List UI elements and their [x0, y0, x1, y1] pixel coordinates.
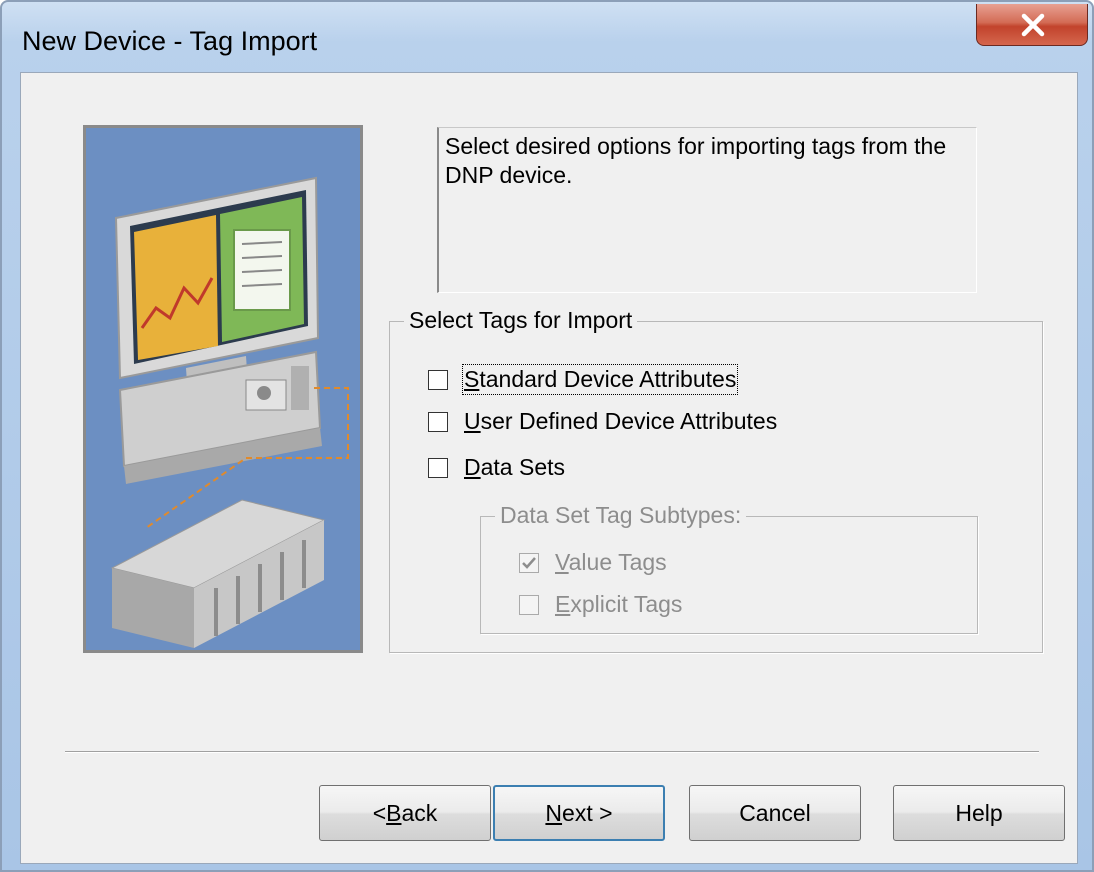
description-box: Select desired options for importing tag… — [437, 127, 977, 293]
user-defined-device-attributes-label[interactable]: User Defined Device Attributes — [464, 408, 777, 435]
explicit-tags-option[interactable]: Explicit Tags — [519, 591, 682, 618]
wizard-illustration — [83, 125, 363, 653]
button-separator — [65, 751, 1039, 753]
data-set-subtypes-groupbox: Data Set Tag Subtypes: Value Tags Explic… — [480, 501, 978, 634]
cancel-button[interactable]: Cancel — [689, 785, 861, 841]
dialog-window: New Device - Tag Import Select desired o… — [0, 0, 1094, 872]
user-defined-device-attributes-checkbox[interactable] — [428, 411, 448, 432]
standard-device-attributes-label[interactable]: Standard Device Attributes — [461, 364, 739, 395]
tags-import-legend: Select Tags for Import — [404, 306, 638, 334]
checkmark-icon — [522, 556, 536, 569]
data-sets-option[interactable]: Data Sets — [428, 454, 565, 481]
data-set-subtypes-legend: Data Set Tag Subtypes: — [495, 501, 747, 529]
description-text: Select desired options for importing tag… — [445, 133, 947, 188]
close-icon — [1021, 13, 1045, 37]
back-button[interactable]: < Back — [319, 785, 491, 841]
computer-plc-illustration — [86, 128, 360, 650]
explicit-tags-checkbox[interactable] — [519, 594, 539, 615]
dialog-client-area: Select desired options for importing tag… — [20, 72, 1078, 864]
standard-device-attributes-option[interactable]: Standard Device Attributes — [428, 364, 739, 395]
value-tags-option[interactable]: Value Tags — [519, 549, 667, 576]
explicit-tags-label[interactable]: Explicit Tags — [555, 591, 682, 618]
tags-import-groupbox: Select Tags for Import Standard Device A… — [389, 306, 1043, 653]
data-sets-label[interactable]: Data Sets — [464, 454, 565, 481]
next-button[interactable]: Next > — [493, 785, 665, 841]
close-button[interactable] — [976, 4, 1088, 46]
standard-device-attributes-checkbox[interactable] — [428, 369, 448, 390]
user-defined-device-attributes-option[interactable]: User Defined Device Attributes — [428, 408, 777, 435]
value-tags-checkbox[interactable] — [519, 552, 539, 573]
value-tags-label[interactable]: Value Tags — [555, 549, 667, 576]
help-button[interactable]: Help — [893, 785, 1065, 841]
window-title: New Device - Tag Import — [22, 26, 318, 56]
data-sets-checkbox[interactable] — [428, 457, 448, 478]
